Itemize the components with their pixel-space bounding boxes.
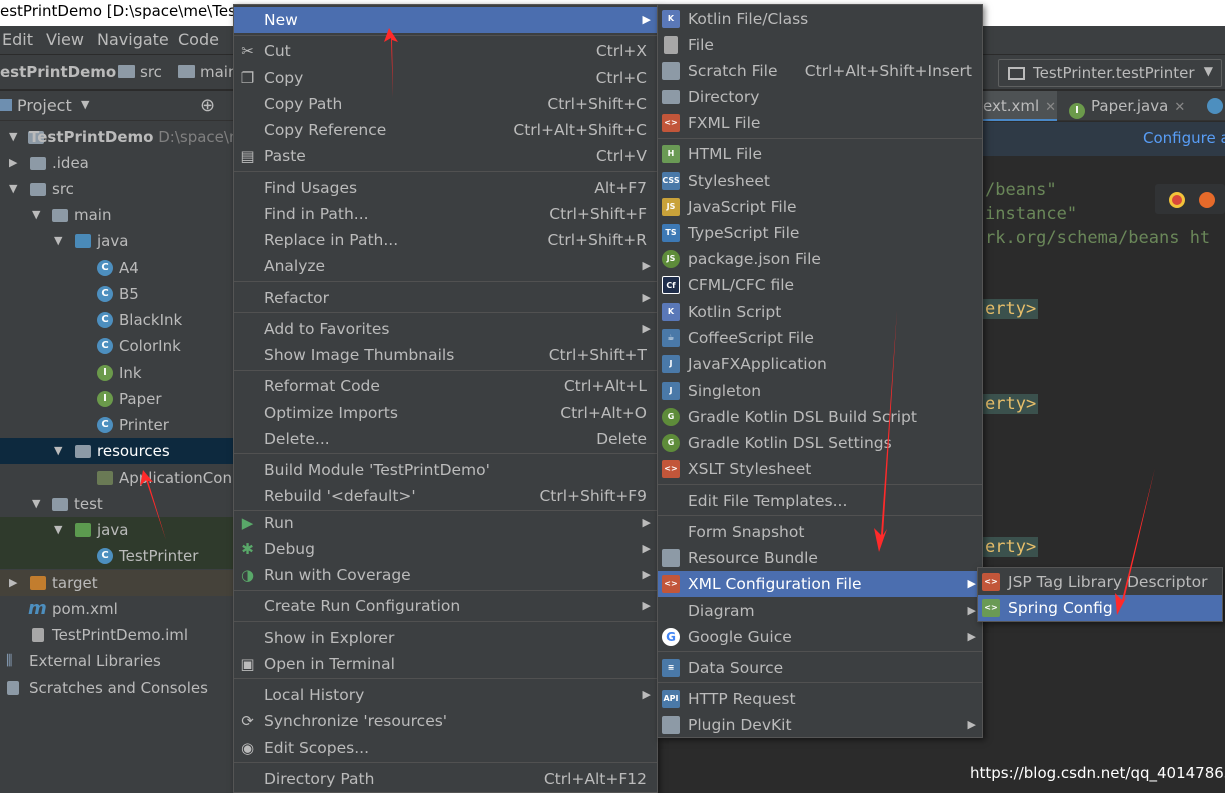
watermark: https://blog.csdn.net/qq_40147863 bbox=[970, 764, 1225, 782]
annotation-arrow bbox=[384, 28, 398, 98]
annotation-arrow bbox=[140, 470, 166, 540]
annotation-arrows bbox=[140, 28, 1155, 615]
annotation-arrow bbox=[874, 310, 897, 552]
annotation-arrow bbox=[1115, 468, 1155, 615]
